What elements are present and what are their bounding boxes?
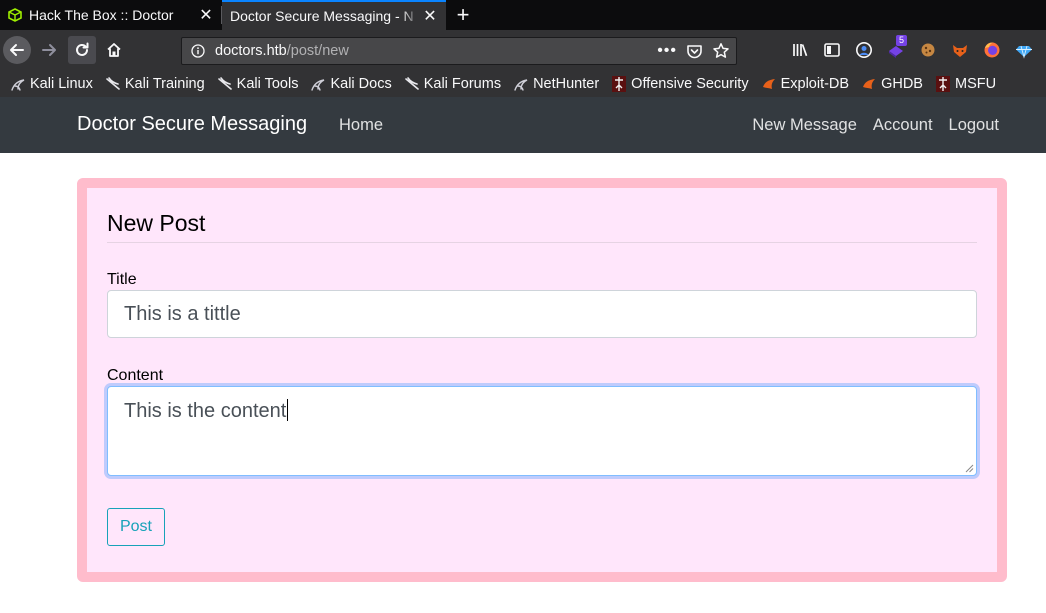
fox-extension-icon[interactable] <box>950 40 970 60</box>
account-icon[interactable] <box>854 40 874 60</box>
bookmark-offensive-security[interactable]: Offensive Security <box>611 76 749 92</box>
home-icon <box>107 43 121 57</box>
bookmark-label: Kali Tools <box>236 76 299 92</box>
tab-title: Hack The Box :: Doctor <box>29 7 174 23</box>
forward-button[interactable] <box>35 36 63 64</box>
extension-purple-icon[interactable]: 5 <box>886 35 908 60</box>
home-button[interactable] <box>100 36 128 64</box>
gem-extension-icon[interactable] <box>1014 40 1034 60</box>
bookmark-label: Kali Docs <box>330 76 392 92</box>
page-actions-icon[interactable]: ••• <box>657 42 677 60</box>
close-tab-icon[interactable]: ✕ <box>196 5 216 25</box>
bookmark-exploit-db[interactable]: Exploit-DB <box>761 76 850 92</box>
bookmark-kali-forums[interactable]: Kali Forums <box>404 76 501 92</box>
bookmark-msfu[interactable]: MSFU <box>935 76 996 92</box>
exploitdb-icon <box>861 76 877 92</box>
title-label: Title <box>107 271 137 288</box>
site-brand-link[interactable]: Doctor Secure Messaging <box>77 113 307 136</box>
url-host: doctors.htb <box>215 43 287 59</box>
sidebar-icon[interactable] <box>822 40 842 60</box>
bookmarks-bar: Kali Linux Kali Training Kali Tools Kali… <box>0 71 1046 97</box>
bookmark-label: Kali Forums <box>423 76 502 92</box>
arrow-right-icon <box>42 44 56 56</box>
nav-logout-link[interactable]: Logout <box>949 116 999 135</box>
bookmark-kali-linux[interactable]: Kali Linux <box>10 76 93 92</box>
url-path: /post/new <box>286 43 349 59</box>
offsec-icon <box>935 76 951 92</box>
bookmark-label: Kali Linux <box>30 76 93 92</box>
close-tab-icon[interactable]: ✕ <box>420 6 440 26</box>
toolbar-right: 5 <box>790 35 1034 60</box>
site-info-icon[interactable] <box>190 43 206 59</box>
tab-doctor-secure-messaging[interactable]: Doctor Secure Messaging - N ✕ <box>222 0 446 30</box>
nav-home-link[interactable]: Home <box>339 116 383 135</box>
offsec-icon <box>611 76 627 92</box>
nav-account-link[interactable]: Account <box>873 116 933 135</box>
bookmark-kali-training[interactable]: Kali Training <box>105 76 205 92</box>
kali-dragon-icon <box>513 76 529 92</box>
bookmark-label: GHDB <box>881 76 923 92</box>
title-input-value: This is a tittle <box>124 303 241 325</box>
bookmark-star-icon[interactable] <box>712 42 730 60</box>
form-legend: New Post <box>107 210 206 236</box>
bookmark-label: NetHunter <box>533 76 600 92</box>
text-caret <box>287 399 289 421</box>
bookmark-nethunter[interactable]: NetHunter <box>513 76 599 92</box>
post-submit-button[interactable]: Post <box>107 508 165 546</box>
resize-handle-icon[interactable] <box>965 464 974 473</box>
title-input[interactable]: This is a tittle <box>107 290 977 338</box>
library-icon[interactable] <box>790 40 810 60</box>
htb-cube-icon <box>7 7 23 23</box>
kali-dragon-icon <box>10 76 26 92</box>
reload-button[interactable] <box>68 36 96 64</box>
site-navbar: Doctor Secure Messaging Home New Message… <box>0 97 1046 153</box>
arrow-left-icon <box>10 44 24 56</box>
url-bar[interactable]: doctors.htb/post/new ••• <box>181 37 737 65</box>
kali-dragon-icon <box>217 76 233 92</box>
kali-dragon-icon <box>310 76 326 92</box>
content-label: Content <box>107 367 164 384</box>
nav-right-links: New Message Account Logout <box>752 116 999 135</box>
browser-toolbar: doctors.htb/post/new ••• 5 <box>0 30 1046 71</box>
content-textarea[interactable]: This is the content <box>107 386 977 476</box>
reload-icon <box>76 42 89 56</box>
tab-title: Doctor Secure Messaging - N <box>230 8 414 24</box>
nav-new-message-link[interactable]: New Message <box>752 116 857 135</box>
back-button[interactable] <box>3 36 31 64</box>
new-tab-button[interactable]: + <box>452 2 474 27</box>
bookmark-kali-tools[interactable]: Kali Tools <box>217 76 299 92</box>
bookmark-ghdb[interactable]: GHDB <box>861 76 923 92</box>
kali-dragon-icon <box>105 76 121 92</box>
legend-divider <box>107 242 977 243</box>
bookmark-label: Exploit-DB <box>780 76 850 92</box>
content-textarea-value: This is the content <box>124 400 287 422</box>
bookmark-label: Offensive Security <box>631 76 749 92</box>
kali-dragon-icon <box>404 76 420 92</box>
firefox-icon[interactable] <box>982 40 1002 60</box>
tab-strip: Hack The Box :: Doctor ✕ Doctor Secure M… <box>0 0 1046 30</box>
new-post-card: New Post Title This is a tittle Content … <box>77 178 1007 582</box>
cookie-extension-icon[interactable] <box>918 40 938 60</box>
bookmark-label: MSFU <box>954 76 997 92</box>
extension-badge: 5 <box>896 35 908 46</box>
exploitdb-icon <box>761 76 777 92</box>
bookmark-kali-docs[interactable]: Kali Docs <box>310 76 392 92</box>
bookmark-label: Kali Training <box>124 76 205 92</box>
tab-hack-the-box[interactable]: Hack The Box :: Doctor ✕ <box>0 0 222 30</box>
pocket-icon[interactable] <box>686 43 703 60</box>
